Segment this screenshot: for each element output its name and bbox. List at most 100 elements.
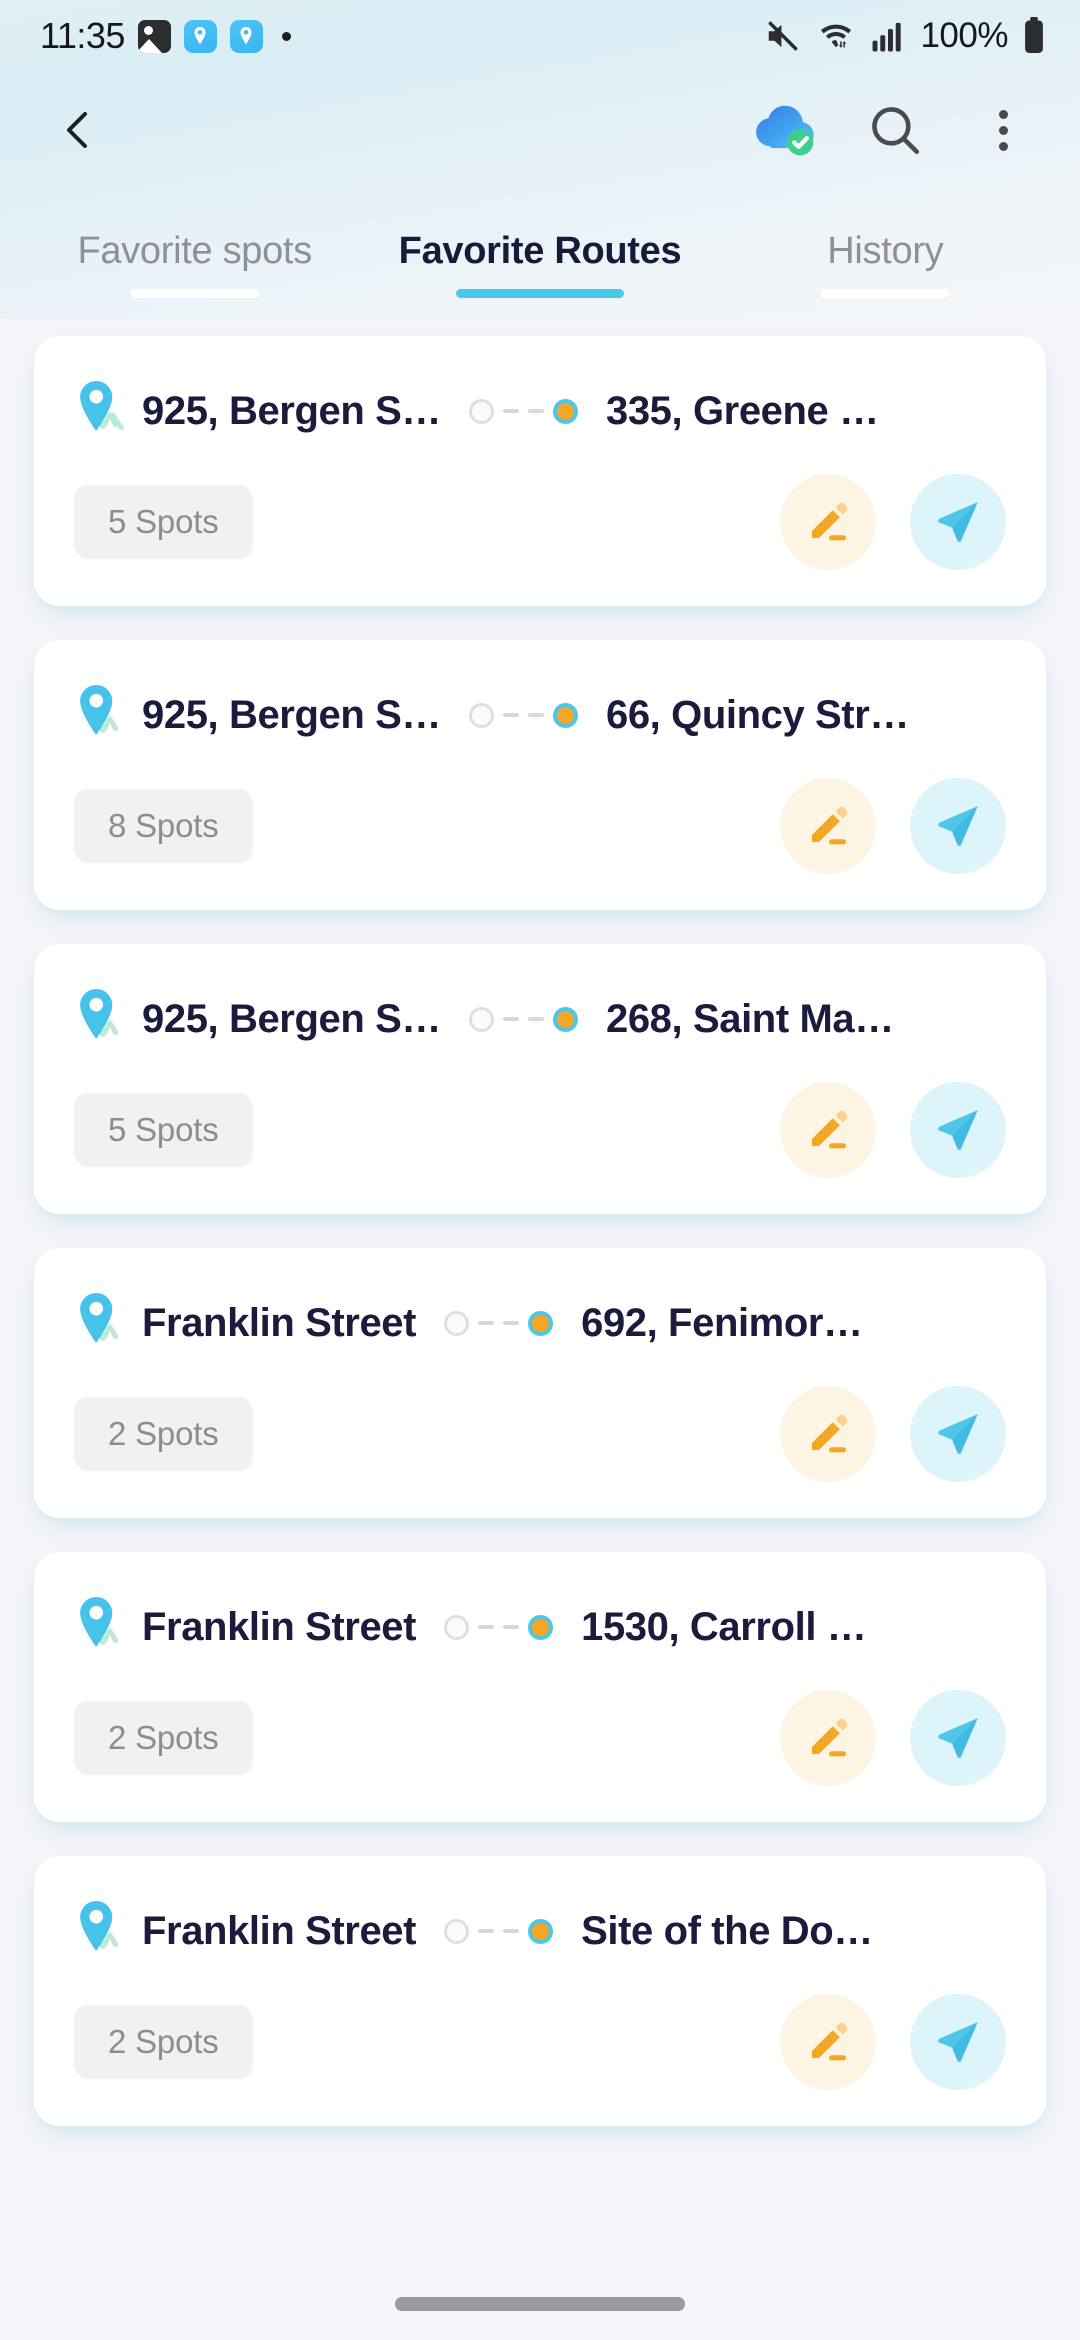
navigate-arrow-icon	[938, 1414, 978, 1454]
spots-badge: 5 Spots	[74, 485, 253, 559]
route-actions	[780, 1082, 1006, 1178]
route-destination: 692, Fenimor…	[581, 1300, 863, 1345]
navigation-gesture-area	[0, 2268, 1080, 2340]
route-destination: 66, Quincy Str…	[605, 692, 909, 737]
overflow-menu-icon	[998, 109, 1008, 151]
start-navigation-button[interactable]	[910, 1690, 1006, 1786]
route-origin: 925, Bergen S…	[142, 996, 441, 1041]
photo-icon	[137, 19, 171, 53]
origin-node-icon	[444, 1310, 470, 1336]
route-endpoints: 925, Bergen S… 66, Quincy Str…	[74, 682, 1006, 748]
route-origin: Franklin Street	[142, 1604, 417, 1649]
connector-dash	[503, 1321, 520, 1325]
route-connector	[468, 702, 578, 728]
tab-history[interactable]: History	[713, 230, 1058, 316]
route-card[interactable]: 925, Bergen S… 66, Quincy Str… 8 Spots	[34, 640, 1046, 910]
start-navigation-button[interactable]	[910, 474, 1006, 570]
route-destination: 268, Saint Ma…	[605, 996, 894, 1041]
pencil-icon	[812, 2022, 848, 2061]
status-bar: 11:35 100%	[0, 0, 1080, 72]
route-destination: 1530, Carroll …	[581, 1604, 867, 1649]
start-navigation-button[interactable]	[910, 1386, 1006, 1482]
map-pin-icon	[74, 986, 132, 1052]
back-chevron-icon	[67, 112, 87, 148]
route-card-footer: 8 Spots	[74, 778, 1006, 874]
route-connector	[444, 1614, 554, 1640]
cloud-sync-check-icon	[756, 105, 814, 156]
tab-bar: Favorite spots Favorite Routes History	[0, 188, 1080, 316]
origin-node-icon	[468, 398, 494, 424]
connector-dash	[503, 1625, 520, 1629]
toolbar-actions	[750, 93, 1040, 167]
origin-node-icon	[468, 1006, 494, 1032]
edit-route-button[interactable]	[780, 1690, 876, 1786]
edit-route-button[interactable]	[780, 474, 876, 570]
navigate-arrow-icon	[938, 2022, 978, 2062]
favorite-routes-list[interactable]: 925, Bergen S… 335, Greene … 5 Spots 925…	[0, 318, 1080, 2268]
tab-favorite-spots[interactable]: Favorite spots	[22, 230, 367, 316]
app-toolbar	[0, 72, 1080, 188]
map-app-icon	[229, 19, 263, 53]
tab-label: Favorite spots	[77, 230, 312, 272]
route-actions	[780, 1690, 1006, 1786]
spots-badge: 2 Spots	[74, 2005, 253, 2079]
connector-dash	[502, 409, 519, 413]
battery-percent-label: 100%	[920, 16, 1008, 55]
connector-dash	[527, 409, 544, 413]
origin-node-icon	[444, 1614, 470, 1640]
pencil-icon	[812, 502, 848, 541]
search-button[interactable]	[858, 93, 932, 167]
mute-icon	[764, 17, 802, 55]
route-card[interactable]: Franklin Street 1530, Carroll … 2 Spots	[34, 1552, 1046, 1822]
route-connector	[444, 1918, 554, 1944]
edit-route-button[interactable]	[780, 1082, 876, 1178]
route-card-footer: 2 Spots	[74, 1386, 1006, 1482]
pencil-icon	[812, 806, 848, 845]
pencil-icon	[812, 1110, 848, 1149]
edit-route-button[interactable]	[780, 1994, 876, 2090]
route-card[interactable]: Franklin Street Site of the Do… 2 Spots	[34, 1856, 1046, 2126]
route-actions	[780, 474, 1006, 570]
spots-badge: 8 Spots	[74, 789, 253, 863]
connector-dash	[527, 713, 544, 717]
route-card-footer: 2 Spots	[74, 1994, 1006, 2090]
route-actions	[780, 778, 1006, 874]
cloud-sync-button[interactable]	[750, 93, 824, 167]
edit-route-button[interactable]	[780, 1386, 876, 1482]
status-clock: 11:35	[40, 15, 125, 56]
overflow-menu-button[interactable]	[966, 93, 1040, 167]
origin-node-icon	[468, 702, 494, 728]
pencil-icon	[812, 1718, 848, 1757]
route-card[interactable]: 925, Bergen S… 335, Greene … 5 Spots	[34, 336, 1046, 606]
home-gesture-bar[interactable]	[395, 2297, 685, 2311]
tab-favorite-routes[interactable]: Favorite Routes	[367, 230, 712, 316]
spots-badge: 5 Spots	[74, 1093, 253, 1167]
map-app-icon	[183, 19, 217, 53]
app-screen: 11:35 100% Favorite spots Favorite Route…	[0, 0, 1080, 2340]
connector-dash	[478, 1321, 495, 1325]
search-icon	[872, 107, 920, 155]
tab-label: Favorite Routes	[398, 230, 682, 272]
route-endpoints: Franklin Street 692, Fenimor…	[74, 1290, 1006, 1356]
wifi-icon	[816, 17, 856, 55]
navigate-arrow-icon	[938, 1110, 978, 1150]
start-navigation-button[interactable]	[910, 1994, 1006, 2090]
connector-dash	[478, 1625, 495, 1629]
destination-node-icon	[528, 1614, 554, 1640]
map-pin-icon	[74, 1898, 132, 1964]
connector-dash	[503, 1929, 520, 1933]
start-navigation-button[interactable]	[910, 778, 1006, 874]
connector-dash	[502, 1017, 519, 1021]
route-destination: Site of the Do…	[581, 1908, 873, 1953]
spots-badge: 2 Spots	[74, 1397, 253, 1471]
route-card[interactable]: Franklin Street 692, Fenimor… 2 Spots	[34, 1248, 1046, 1518]
destination-node-icon	[552, 398, 578, 424]
back-button[interactable]	[44, 95, 114, 165]
tab-indicator	[130, 289, 259, 298]
edit-route-button[interactable]	[780, 778, 876, 874]
destination-node-icon	[528, 1918, 554, 1944]
battery-icon	[1022, 17, 1046, 55]
route-card[interactable]: 925, Bergen S… 268, Saint Ma… 5 Spots	[34, 944, 1046, 1214]
start-navigation-button[interactable]	[910, 1082, 1006, 1178]
route-connector	[468, 1006, 578, 1032]
